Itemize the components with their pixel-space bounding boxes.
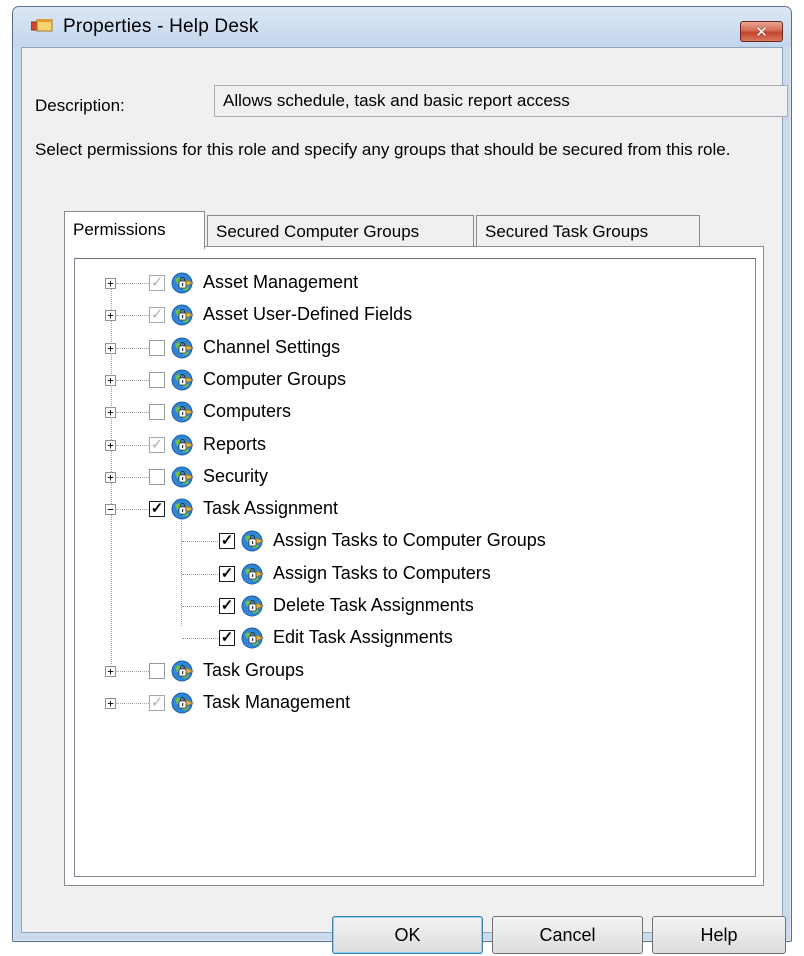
tree-connector-line [111, 444, 149, 446]
tree-item[interactable]: + ✓ Asset Management [75, 268, 755, 300]
permission-checkbox[interactable]: ✓ [219, 565, 235, 582]
permission-checkbox[interactable]: ✓ [219, 630, 235, 647]
permission-checkbox[interactable]: ✓ [149, 694, 165, 711]
permission-checkbox[interactable] [149, 662, 165, 679]
globe-lock-icon [171, 432, 197, 458]
close-icon: ✕ [755, 22, 768, 41]
tree-subitem[interactable]: ✓ Assign Tasks to Computer Groups [75, 526, 755, 558]
expand-icon[interactable]: + [105, 374, 116, 386]
tree-connector-line [111, 379, 149, 381]
tree-item-label: Task Management [203, 691, 351, 712]
tree-item-label: Assign Tasks to Computer Groups [273, 530, 546, 551]
tree-item-label: Asset Management [203, 272, 359, 292]
tree-item[interactable]: + ✓ Reports [75, 430, 755, 462]
globe-lock-icon [241, 625, 267, 651]
tree-item-label: Reports [203, 433, 267, 454]
tree-item-label: Task Assignment [203, 498, 339, 519]
tree-item[interactable]: + Computer Groups [75, 365, 755, 397]
expand-icon[interactable]: + [105, 278, 116, 289]
permission-checkbox[interactable]: ✓ [149, 436, 165, 453]
properties-dialog: Properties - Help Desk ✕ Description: Al… [12, 6, 792, 954]
expand-icon[interactable]: + [105, 439, 116, 451]
tree-connector-line [111, 347, 149, 349]
tree-connector-line [111, 702, 149, 704]
instructions-text: Select permissions for this role and spe… [35, 140, 731, 159]
tree-connector-line [182, 606, 218, 607]
tree-item[interactable]: + Channel Settings [75, 333, 755, 365]
tree-item[interactable]: + Computers [75, 397, 755, 429]
tree-item-label: Computer Groups [203, 368, 347, 389]
tree-subitem[interactable]: ✓ Edit Task Assignments [75, 623, 755, 655]
expand-icon[interactable]: + [105, 407, 116, 419]
app-window-icon [31, 19, 53, 32]
globe-lock-icon [171, 690, 197, 716]
tree-item[interactable]: + ✓ Task Management [75, 688, 755, 720]
button-bar: OK Cancel Help [22, 916, 802, 956]
tree-connector-line [182, 638, 218, 640]
tree-connector-line [111, 315, 149, 317]
globe-lock-icon [171, 658, 197, 684]
tree-connector-line [111, 412, 149, 414]
tree-item-label: Task Groups [203, 659, 305, 680]
cancel-button[interactable]: Cancel [492, 916, 643, 954]
permission-checkbox[interactable]: ✓ [149, 501, 165, 518]
tab-secured-computer-groups[interactable]: Secured Computer Groups [207, 215, 474, 247]
ok-button[interactable]: OK [332, 916, 483, 954]
tree-item-label: Channel Settings [203, 336, 341, 357]
tree-item-label: Security [203, 465, 269, 486]
expand-icon[interactable]: + [105, 697, 116, 709]
globe-lock-icon [241, 528, 267, 554]
globe-lock-icon [171, 270, 197, 296]
description-label: Description: [35, 96, 125, 115]
help-button[interactable]: Help [652, 916, 786, 954]
expand-icon[interactable]: + [105, 310, 116, 322]
tree-item-label: Delete Task Assignments [273, 595, 474, 615]
permissions-tree[interactable]: + ✓ Asset Management + ✓ Asset User-Defined F… [74, 258, 756, 877]
permissions-panel: + ✓ Asset Management + ✓ Asset User-Defined F… [64, 246, 764, 886]
window-title: Properties - Help Desk [63, 16, 259, 37]
tree-subitem[interactable]: ✓ Assign Tasks to Computers [75, 559, 755, 591]
dialog-body: Description: Allows schedule, task and b… [21, 47, 788, 954]
tree-subitem[interactable]: ✓ Delete Task Assignments [75, 591, 755, 623]
tree-item[interactable]: + Task Groups [75, 656, 755, 688]
tab-secured-task-groups[interactable]: Secured Task Groups [476, 215, 700, 247]
permission-checkbox[interactable] [149, 371, 165, 388]
permission-checkbox[interactable]: ✓ [219, 598, 235, 614]
globe-lock-icon [171, 302, 197, 328]
tree-item[interactable]: − ✓ Task Assignment [75, 494, 755, 526]
expand-icon[interactable]: + [105, 342, 116, 354]
tab-permissions[interactable]: Permissions [64, 211, 205, 249]
title-bar[interactable]: Properties - Help Desk ✕ [13, 7, 791, 47]
expand-icon[interactable]: + [105, 471, 116, 483]
permission-checkbox[interactable]: ✓ [149, 307, 165, 324]
tree-item[interactable]: + Security [75, 462, 755, 494]
description-field[interactable]: Allows schedule, task and basic report a… [214, 85, 788, 117]
tree-item[interactable]: + ✓ Asset User-Defined Fields [75, 300, 755, 332]
close-button[interactable]: ✕ [740, 21, 783, 42]
tree-connector-line [111, 283, 149, 284]
tree-connector-line [182, 541, 218, 543]
permission-checkbox[interactable] [149, 339, 165, 356]
permission-checkbox[interactable]: ✓ [149, 275, 165, 291]
globe-lock-icon [171, 335, 197, 361]
globe-lock-icon [171, 464, 197, 490]
tree-connector-line [111, 509, 149, 511]
tree-item-label: Assign Tasks to Computers [273, 562, 491, 583]
collapse-icon[interactable]: − [105, 504, 116, 516]
permission-checkbox[interactable]: ✓ [219, 533, 235, 550]
tree-item-label: Asset User-Defined Fields [203, 304, 413, 325]
permission-checkbox[interactable] [149, 404, 165, 421]
tree-connector-line [111, 670, 149, 672]
globe-lock-icon [171, 399, 197, 425]
permission-checkbox[interactable] [149, 468, 165, 485]
globe-lock-icon [171, 496, 197, 522]
globe-lock-icon [241, 561, 267, 587]
tree-connector-line [111, 476, 149, 478]
tree-connector-line [182, 573, 218, 575]
tree-item-label: Computers [203, 401, 292, 422]
tree-item-label: Edit Task Assignments [273, 627, 453, 648]
globe-lock-icon [171, 367, 197, 393]
expand-icon[interactable]: + [105, 665, 116, 677]
globe-lock-icon [241, 593, 267, 619]
